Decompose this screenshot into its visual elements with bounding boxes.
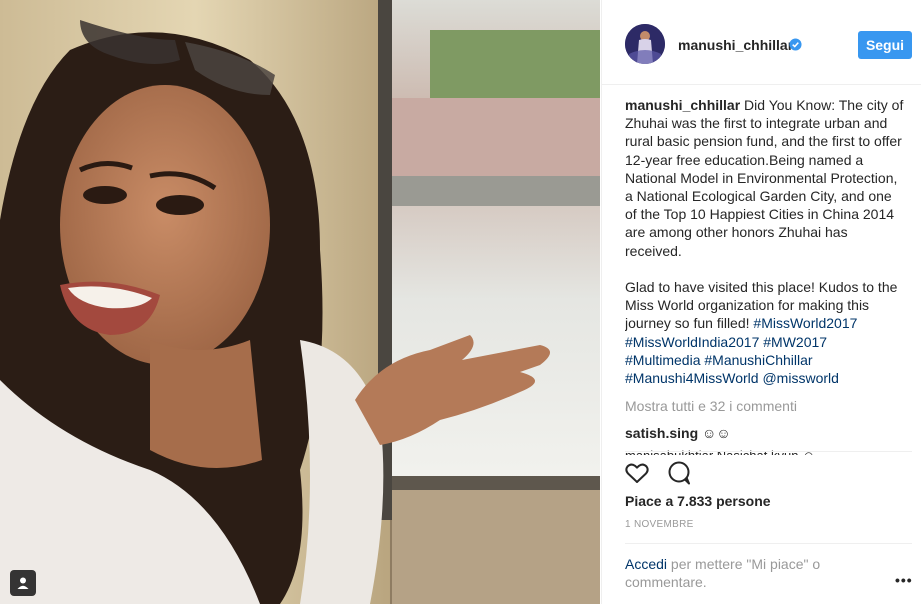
avatar[interactable] <box>625 24 665 64</box>
post-photo[interactable] <box>0 0 600 604</box>
caption-text: Did You Know: The city of Zhuhai was the… <box>625 97 904 259</box>
view-all-comments-link[interactable]: Mostra tutti e 32 i commenti <box>625 397 905 415</box>
caption: manushi_chhillar Did You Know: The city … <box>625 96 905 387</box>
likes-count[interactable]: Piace a 7.833 persone <box>625 493 771 509</box>
user-tag-icon[interactable] <box>10 570 36 596</box>
heart-outline-icon[interactable] <box>624 460 650 486</box>
post-date: 1 NOVEMBRE <box>625 519 694 530</box>
verified-badge-icon <box>789 38 802 51</box>
comment-item: satish.sing ☺☺ <box>625 424 905 442</box>
divider <box>625 543 912 544</box>
hashtag-link[interactable]: #MissWorldIndia2017 <box>625 334 759 350</box>
follow-button[interactable]: Segui <box>858 31 912 59</box>
speech-bubble-icon[interactable] <box>666 460 692 486</box>
hashtag-link[interactable]: #MW2017 <box>763 334 827 350</box>
mention-link[interactable]: @missworld <box>762 370 838 386</box>
divider <box>625 451 912 452</box>
login-prompt: Accedi per mettere "Mi piace" o commenta… <box>625 555 865 591</box>
caption-username[interactable]: manushi_chhillar <box>625 97 740 113</box>
username[interactable]: manushi_chhillar <box>678 37 793 53</box>
hashtag-link[interactable]: #Multimedia <box>625 352 700 368</box>
hashtag-link[interactable]: #MissWorld2017 <box>753 315 857 331</box>
login-link[interactable]: Accedi <box>625 556 667 572</box>
comment-text: ☺☺ <box>702 425 731 442</box>
hashtag-link[interactable]: #Manushi4MissWorld <box>625 370 759 386</box>
comments-area: manushi_chhillar Did You Know: The city … <box>625 96 905 456</box>
ellipsis-icon[interactable]: ••• <box>895 572 913 588</box>
comment-username[interactable]: satish.sing <box>625 425 698 441</box>
post-side-panel: manushi_chhillar Segui manushi_chhillar … <box>601 0 921 604</box>
hashtag-link[interactable]: #ManushiChhillar <box>704 352 812 368</box>
post-header: manushi_chhillar Segui <box>602 0 921 85</box>
photo-illustration <box>0 0 600 604</box>
